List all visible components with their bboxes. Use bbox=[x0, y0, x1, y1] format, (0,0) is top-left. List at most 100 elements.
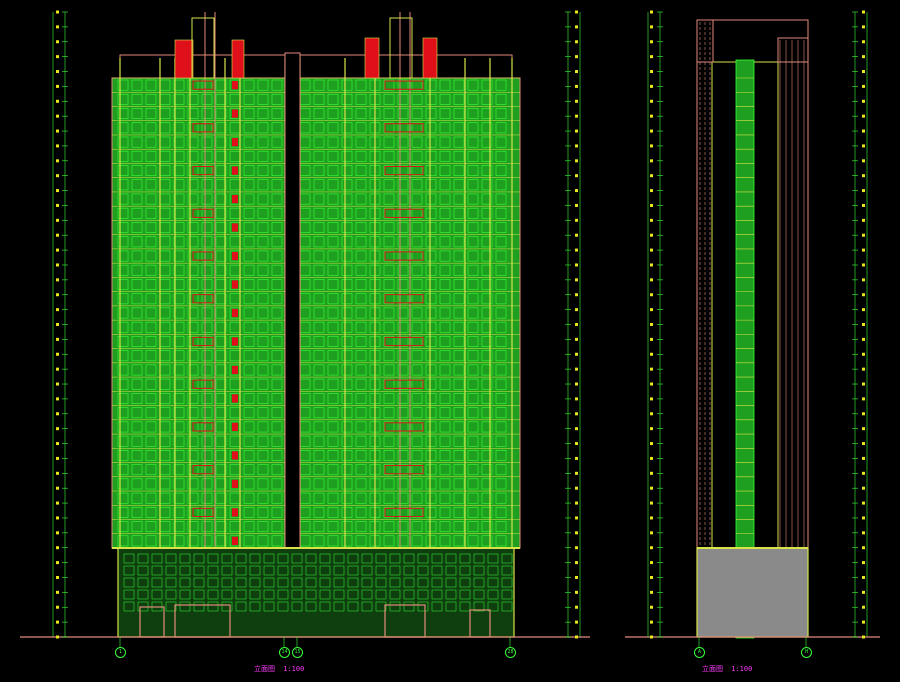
level-marker bbox=[575, 10, 578, 14]
balcony-red bbox=[232, 137, 238, 147]
level-marker bbox=[575, 99, 578, 103]
level-marker bbox=[862, 84, 865, 88]
level-marker bbox=[862, 471, 865, 475]
level-marker bbox=[575, 218, 578, 222]
level-marker bbox=[650, 129, 653, 133]
level-marker bbox=[575, 501, 578, 505]
level-marker bbox=[56, 531, 59, 535]
crown-red-panel bbox=[364, 37, 380, 79]
level-marker bbox=[862, 114, 865, 118]
level-marker bbox=[650, 382, 653, 386]
level-marker bbox=[575, 293, 578, 297]
level-marker bbox=[862, 590, 865, 594]
balcony-red bbox=[232, 109, 238, 118]
level-marker bbox=[56, 203, 59, 207]
level-marker bbox=[862, 293, 865, 297]
level-marker bbox=[575, 248, 578, 252]
level-marker bbox=[862, 25, 865, 29]
level-marker bbox=[56, 144, 59, 148]
level-marker bbox=[575, 486, 578, 490]
level-marker bbox=[56, 40, 59, 44]
level-marker bbox=[862, 218, 865, 222]
level-marker bbox=[862, 263, 865, 267]
level-marker bbox=[575, 382, 578, 386]
level-marker bbox=[650, 486, 653, 490]
level-marker bbox=[575, 323, 578, 326]
balcony-red bbox=[232, 479, 238, 489]
level-marker bbox=[862, 308, 865, 312]
level-marker bbox=[575, 263, 578, 267]
level-marker bbox=[862, 233, 865, 237]
level-marker bbox=[56, 456, 59, 460]
level-marker bbox=[56, 397, 59, 401]
level-marker bbox=[862, 531, 865, 535]
level-marker bbox=[56, 546, 59, 550]
level-marker bbox=[575, 412, 578, 416]
level-marker bbox=[862, 55, 865, 59]
level-marker bbox=[56, 561, 59, 565]
level-marker bbox=[650, 323, 653, 326]
level-marker bbox=[56, 25, 59, 29]
balcony-red bbox=[232, 508, 238, 517]
level-marker bbox=[56, 55, 59, 59]
level-marker bbox=[56, 352, 59, 356]
level-marker bbox=[575, 129, 578, 133]
level-marker bbox=[650, 40, 653, 44]
level-marker bbox=[575, 337, 578, 341]
crown-tower bbox=[389, 17, 413, 79]
level-marker bbox=[56, 84, 59, 88]
level-marker bbox=[862, 367, 865, 371]
level-marker bbox=[56, 367, 59, 371]
axis-bubble-right: 28 bbox=[505, 647, 516, 658]
level-marker bbox=[650, 575, 653, 579]
level-marker bbox=[650, 189, 653, 193]
level-marker bbox=[650, 159, 653, 163]
level-marker bbox=[575, 159, 578, 163]
level-marker bbox=[862, 99, 865, 103]
level-marker bbox=[650, 620, 653, 624]
level-marker bbox=[575, 174, 578, 178]
side-axis-bubble-left: A bbox=[694, 647, 705, 658]
level-marker bbox=[650, 174, 653, 178]
level-marker bbox=[862, 516, 865, 520]
level-marker bbox=[650, 70, 653, 74]
level-marker bbox=[56, 189, 59, 193]
level-marker bbox=[56, 337, 59, 341]
level-marker bbox=[862, 323, 865, 326]
level-marker bbox=[56, 174, 59, 178]
level-marker bbox=[575, 456, 578, 460]
level-marker bbox=[56, 486, 59, 490]
level-marker bbox=[862, 605, 865, 609]
level-marker bbox=[650, 278, 653, 282]
balcony-red bbox=[232, 451, 238, 460]
level-marker bbox=[650, 99, 653, 103]
level-marker bbox=[575, 203, 578, 207]
crown-red-panel bbox=[231, 39, 245, 79]
level-marker bbox=[862, 40, 865, 44]
level-marker bbox=[575, 427, 578, 431]
level-marker bbox=[650, 248, 653, 252]
level-marker bbox=[575, 352, 578, 356]
level-marker bbox=[650, 144, 653, 148]
level-marker bbox=[650, 442, 653, 446]
front-elevation bbox=[20, 12, 590, 647]
left-dimension-chain bbox=[52, 10, 68, 639]
balcony-red bbox=[232, 194, 238, 204]
level-marker bbox=[862, 174, 865, 178]
axis-bubble-mid-b: 15 bbox=[292, 647, 303, 658]
level-marker bbox=[575, 233, 578, 237]
side-right-dimension-chain bbox=[852, 10, 868, 639]
level-marker bbox=[575, 84, 578, 88]
level-marker bbox=[650, 337, 653, 341]
level-marker bbox=[575, 516, 578, 520]
level-marker bbox=[650, 293, 653, 297]
level-marker bbox=[56, 516, 59, 520]
level-marker bbox=[650, 218, 653, 222]
level-marker bbox=[650, 233, 653, 237]
level-marker bbox=[56, 575, 59, 579]
side-crown-right bbox=[777, 37, 809, 63]
level-marker bbox=[56, 605, 59, 609]
level-marker bbox=[56, 620, 59, 624]
level-marker bbox=[862, 352, 865, 356]
level-marker bbox=[862, 442, 865, 446]
